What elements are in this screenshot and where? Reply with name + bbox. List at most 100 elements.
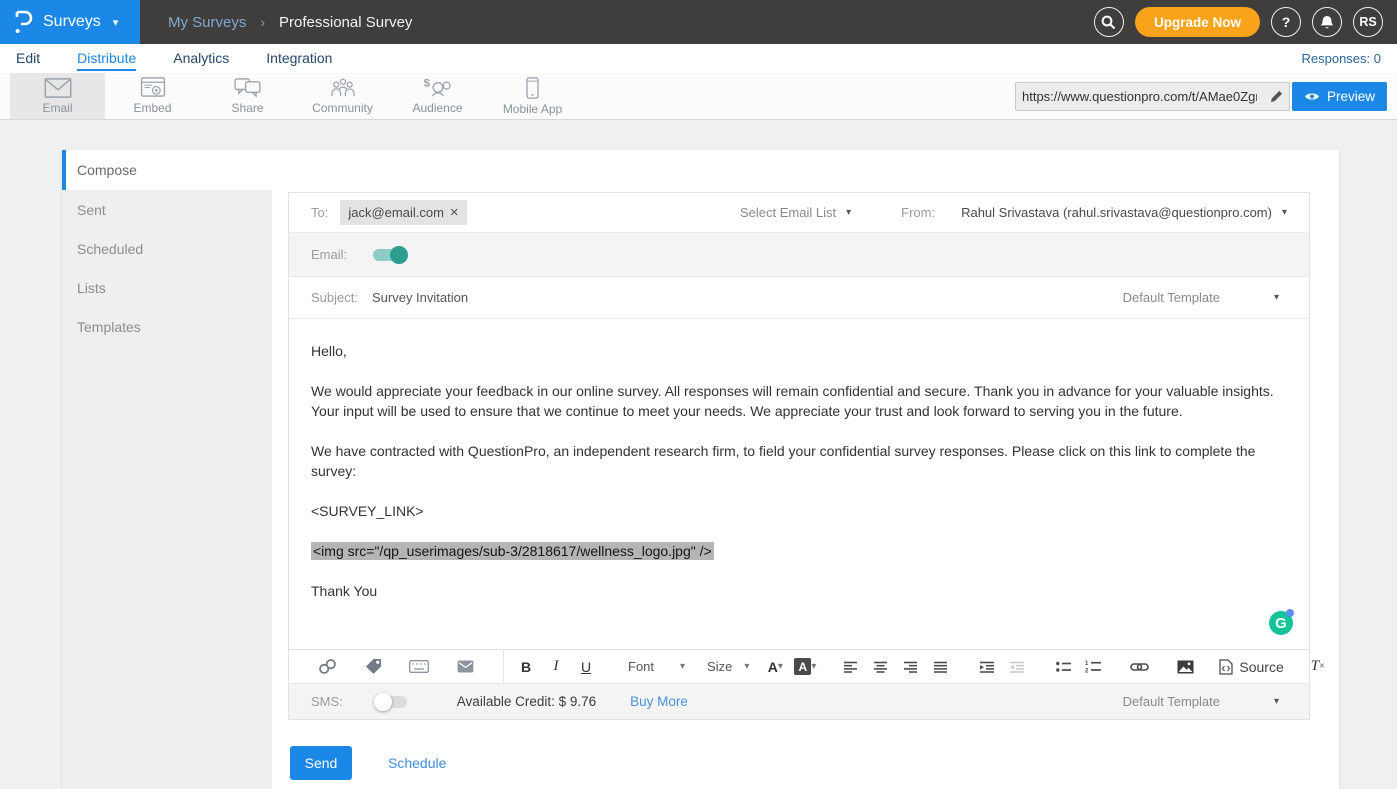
align-right-button[interactable] — [899, 655, 923, 679]
size-dropdown[interactable]: Size ▾ — [699, 659, 757, 674]
source-button[interactable]: Source — [1219, 659, 1283, 675]
upgrade-now-button[interactable]: Upgrade Now — [1135, 7, 1260, 37]
bold-button[interactable]: B — [514, 655, 538, 679]
grammarly-widget[interactable]: G — [1269, 611, 1293, 635]
email-toggle-row: Email: — [289, 233, 1309, 277]
remove-recipient-icon[interactable]: × — [450, 205, 459, 220]
sidebar-item-compose[interactable]: Compose — [62, 150, 272, 190]
highlighted-img-tag: <img src="/qp_userimages/sub-3/2818617/w… — [311, 542, 714, 560]
subject-input[interactable]: Survey Invitation — [372, 290, 468, 305]
chevron-down-icon: ▾ — [811, 661, 816, 672]
email-toggle[interactable] — [371, 245, 409, 265]
channel-label: Mobile App — [503, 102, 562, 116]
chevron-down-icon: ▾ — [113, 16, 119, 29]
help-button[interactable]: ? — [1271, 7, 1301, 37]
channel-mobile-app[interactable]: Mobile App — [485, 73, 580, 119]
from-sender-value: Rahul Srivastava (rahul.srivastava@quest… — [961, 205, 1272, 220]
sidebar-item-scheduled[interactable]: Scheduled — [62, 229, 272, 268]
notifications-button[interactable] — [1312, 7, 1342, 37]
tab-integration[interactable]: Integration — [266, 46, 332, 71]
underline-button[interactable]: U — [574, 655, 598, 679]
recipients-row: To: jack@email.com × Select Email List ▾… — [289, 193, 1309, 233]
align-justify-button[interactable] — [929, 655, 953, 679]
email-template-button[interactable] — [453, 655, 477, 679]
channel-community[interactable]: Community — [295, 73, 390, 119]
insert-survey-link-button[interactable] — [315, 655, 339, 679]
size-dropdown-label: Size — [707, 659, 732, 674]
text-color-button[interactable]: A ▾ — [763, 655, 787, 679]
editor-toolbar: B I U Font ▾ Size ▾ A ▾ — [289, 649, 1309, 683]
editor-toolbar-format-group: B I U Font ▾ Size ▾ A ▾ — [503, 650, 1340, 683]
responses-count[interactable]: Responses: 0 — [1302, 51, 1382, 66]
body-paragraph-2: We have contracted with QuestionPro, an … — [311, 441, 1287, 481]
source-doc-icon — [1219, 659, 1233, 675]
tab-edit[interactable]: Edit — [16, 46, 40, 71]
merge-tag-button[interactable] — [361, 655, 385, 679]
italic-button[interactable]: I — [544, 655, 568, 679]
channel-embed[interactable]: Embed — [105, 73, 200, 119]
search-icon — [1101, 15, 1116, 30]
sidebar-item-lists[interactable]: Lists — [62, 268, 272, 307]
font-dropdown[interactable]: Font ▾ — [620, 659, 693, 674]
survey-url-field — [1015, 82, 1290, 111]
search-button[interactable] — [1094, 7, 1124, 37]
channel-share[interactable]: Share — [200, 73, 295, 119]
insert-image-button[interactable] — [1173, 655, 1197, 679]
bell-icon — [1320, 15, 1334, 30]
align-justify-icon — [934, 661, 948, 673]
recipient-chip[interactable]: jack@email.com × — [340, 200, 466, 225]
select-email-list-dropdown[interactable]: Select Email List ▾ — [740, 205, 851, 220]
tab-distribute[interactable]: Distribute — [77, 46, 136, 71]
keyboard-button[interactable] — [407, 655, 431, 679]
breadcrumb-separator-icon: › — [260, 14, 265, 30]
channel-email[interactable]: Email — [10, 73, 105, 119]
chain-rings-icon — [318, 658, 337, 675]
bulleted-list-button[interactable] — [1051, 655, 1075, 679]
email-icon — [44, 78, 72, 98]
eye-icon — [1304, 91, 1320, 102]
align-center-icon — [874, 661, 888, 673]
questionpro-app: Surveys ▾ My Surveys › Professional Surv… — [0, 0, 1397, 789]
email-template-value: Default Template — [1123, 290, 1220, 305]
sidebar-item-label: Scheduled — [77, 241, 143, 257]
align-right-icon — [904, 661, 918, 673]
user-avatar[interactable]: RS — [1353, 7, 1383, 37]
body-survey-link-token: <SURVEY_LINK> — [311, 501, 1287, 521]
sidebar-item-label: Sent — [77, 202, 106, 218]
buy-more-link[interactable]: Buy More — [630, 694, 688, 709]
background-color-button[interactable]: A ▾ — [793, 655, 817, 679]
channel-label: Share — [231, 101, 263, 115]
sidebar-item-templates[interactable]: Templates — [62, 307, 272, 346]
numbered-list-button[interactable]: 1 2 — [1081, 655, 1105, 679]
svg-text:1: 1 — [1085, 661, 1089, 667]
from-label: From: — [901, 205, 935, 220]
preview-button[interactable]: Preview — [1292, 82, 1387, 111]
tab-analytics[interactable]: Analytics — [173, 46, 229, 71]
outdent-button[interactable] — [1005, 655, 1029, 679]
align-center-button[interactable] — [869, 655, 893, 679]
subject-row: Subject: Survey Invitation Default Templ… — [289, 277, 1309, 319]
email-template-dropdown[interactable]: Default Template ▾ — [1123, 290, 1287, 305]
indent-button[interactable] — [975, 655, 999, 679]
send-button[interactable]: Send — [290, 746, 352, 780]
remove-format-button[interactable]: T× — [1306, 655, 1330, 679]
svg-text:2: 2 — [1085, 669, 1089, 674]
mail-icon — [457, 660, 474, 673]
sms-toggle[interactable] — [373, 692, 411, 712]
sidebar-item-sent[interactable]: Sent — [62, 190, 272, 229]
from-sender-dropdown[interactable]: Rahul Srivastava (rahul.srivastava@quest… — [961, 205, 1287, 220]
schedule-link[interactable]: Schedule — [388, 755, 446, 771]
survey-url-input[interactable] — [1016, 89, 1263, 104]
align-left-button[interactable] — [839, 655, 863, 679]
breadcrumb-current-survey: Professional Survey — [279, 14, 412, 31]
sms-template-dropdown[interactable]: Default Template ▾ — [1123, 694, 1287, 709]
breadcrumb-my-surveys[interactable]: My Surveys — [168, 14, 246, 31]
edit-url-button[interactable] — [1263, 90, 1289, 103]
insert-link-button[interactable] — [1127, 655, 1151, 679]
channel-audience[interactable]: $ Audience — [390, 73, 485, 119]
sms-template-value: Default Template — [1123, 694, 1220, 709]
breadcrumb: My Surveys › Professional Survey — [168, 14, 412, 31]
email-body-editor[interactable]: Hello, We would appreciate your feedback… — [289, 319, 1309, 649]
product-switcher[interactable]: Surveys ▾ — [0, 0, 140, 44]
outdent-icon — [1010, 661, 1025, 673]
